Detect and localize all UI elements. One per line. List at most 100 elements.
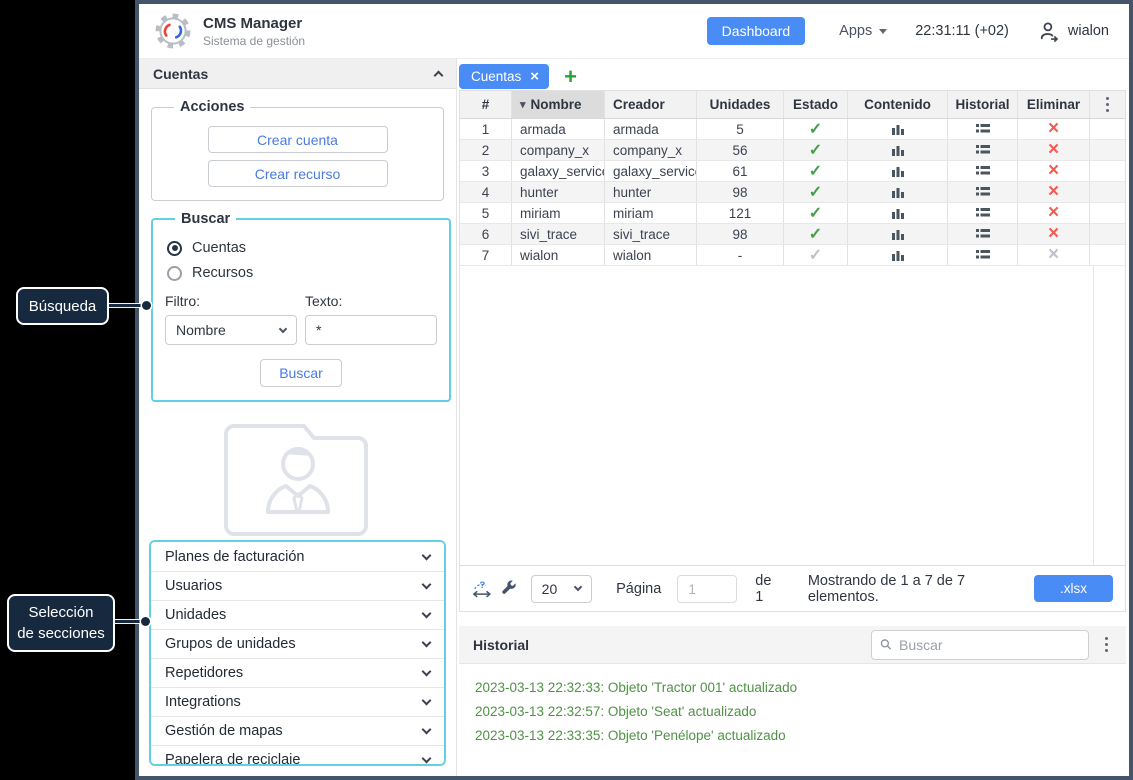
apps-menu[interactable]: Apps	[839, 23, 887, 39]
column-header-num[interactable]: #	[460, 91, 512, 118]
sidebar-section-item[interactable]: Grupos de unidades	[151, 629, 444, 658]
radio-recursos[interactable]: Recursos	[167, 265, 437, 281]
delete-button[interactable]: ×	[1048, 120, 1059, 138]
export-xlsx-button[interactable]: .xlsx	[1034, 575, 1113, 602]
sidebar-section-item[interactable]: Planes de facturación	[151, 542, 444, 571]
cell-creator: miriam	[605, 203, 697, 223]
sidebar-section-item[interactable]: Papelera de reciclaje	[151, 745, 444, 766]
chevron-down-icon	[422, 580, 432, 590]
row-history-button[interactable]	[948, 203, 1018, 223]
bar-chart-icon	[891, 207, 905, 220]
column-header-creador[interactable]: Creador	[605, 91, 697, 118]
list-icon	[976, 207, 990, 219]
delete-button[interactable]: ×	[1048, 225, 1059, 243]
sidebar-section-item[interactable]: Usuarios	[151, 571, 444, 600]
table-row[interactable]: 5 miriam miriam 121 ✓ ×	[460, 203, 1125, 224]
column-autofit-icon[interactable]: ?	[472, 579, 493, 599]
content-chart-button[interactable]	[848, 161, 948, 181]
sidebar-section-item[interactable]: Unidades	[151, 600, 444, 629]
history-panel: Historial 2023-03-13 22:32:33: Objeto 'T…	[459, 626, 1126, 776]
cell-number: 4	[460, 182, 512, 202]
top-bar: CMS Manager Sistema de gestión Dashboard…	[139, 4, 1129, 59]
status-check-icon[interactable]: ✓	[809, 245, 822, 265]
dashboard-button[interactable]: Dashboard	[707, 17, 806, 45]
radio-cuentas[interactable]: Cuentas	[167, 240, 437, 256]
text-label: Texto:	[305, 293, 437, 309]
tab-cuentas[interactable]: Cuentas ×	[459, 64, 549, 89]
tab-bar: Cuentas × +	[459, 59, 1126, 90]
add-tab-button[interactable]: +	[564, 67, 577, 87]
table-row[interactable]: 4 hunter hunter 98 ✓ ×	[460, 182, 1125, 203]
delete-button[interactable]: ×	[1048, 246, 1059, 264]
page-size-value: 20	[542, 581, 558, 597]
status-check-icon[interactable]: ✓	[809, 140, 822, 160]
tab-close-icon[interactable]: ×	[530, 71, 539, 82]
row-history-button[interactable]	[948, 161, 1018, 181]
main-content: Cuentas × + #▾NombreCreadorUnidadesEstad…	[457, 59, 1129, 776]
status-check-icon[interactable]: ✓	[809, 224, 822, 244]
user-icon	[1039, 21, 1060, 42]
column-header-estado[interactable]: Estado	[784, 91, 848, 118]
column-header-eliminar[interactable]: Eliminar	[1018, 91, 1090, 118]
row-history-button[interactable]	[948, 245, 1018, 265]
table-row[interactable]: 3 galaxy_service galaxy_service 61 ✓ ×	[460, 161, 1125, 182]
status-check-icon[interactable]: ✓	[809, 119, 822, 139]
delete-button[interactable]: ×	[1048, 204, 1059, 222]
cell-units: 56	[697, 140, 784, 160]
content-chart-button[interactable]	[848, 224, 948, 244]
delete-button[interactable]: ×	[1048, 141, 1059, 159]
table-row[interactable]: 1 armada armada 5 ✓ ×	[460, 119, 1125, 140]
status-check-icon[interactable]: ✓	[809, 161, 822, 181]
user-menu[interactable]: wialon	[1039, 21, 1109, 42]
app-title: CMS Manager	[203, 15, 305, 32]
settings-wrench-icon[interactable]	[501, 580, 517, 597]
sidebar-panel-header-cuentas[interactable]: Cuentas	[139, 59, 456, 89]
callout-busqueda-label: Búsqueda	[29, 296, 97, 317]
chevron-down-icon	[422, 667, 432, 677]
history-search-input[interactable]	[899, 637, 1080, 653]
table-row[interactable]: 7 wialon wialon - ✓ ×	[460, 245, 1125, 266]
delete-button[interactable]: ×	[1048, 162, 1059, 180]
column-header-nombre[interactable]: ▾Nombre	[512, 91, 605, 118]
sidebar-section-item[interactable]: Integrations	[151, 687, 444, 716]
content-chart-button[interactable]	[848, 203, 948, 223]
app-subtitle: Sistema de gestión	[203, 34, 305, 48]
cell-number: 6	[460, 224, 512, 244]
create-resource-button[interactable]: Crear recurso	[208, 160, 388, 187]
column-header-contenido[interactable]: Contenido	[848, 91, 948, 118]
column-header-unidades[interactable]: Unidades	[697, 91, 784, 118]
content-chart-button[interactable]	[848, 119, 948, 139]
list-icon	[976, 228, 990, 240]
content-chart-button[interactable]	[848, 245, 948, 265]
sidebar-section-item[interactable]: Gestión de mapas	[151, 716, 444, 745]
page: Búsqueda Selección de secciones CMS Mana…	[0, 0, 1133, 780]
row-history-button[interactable]	[948, 224, 1018, 244]
delete-button[interactable]: ×	[1048, 183, 1059, 201]
table-menu-button[interactable]	[1102, 93, 1113, 116]
history-menu-button[interactable]	[1101, 633, 1112, 656]
row-history-button[interactable]	[948, 182, 1018, 202]
cell-name: wialon	[512, 245, 605, 265]
search-button[interactable]: Buscar	[260, 359, 342, 387]
content-chart-button[interactable]	[848, 140, 948, 160]
chevron-down-icon	[422, 725, 432, 735]
sidebar-section-item[interactable]: Repetidores	[151, 658, 444, 687]
row-history-button[interactable]	[948, 140, 1018, 160]
page-number-input[interactable]	[677, 575, 737, 603]
cell-creator: wialon	[605, 245, 697, 265]
radio-unselected-icon	[167, 266, 182, 281]
status-check-icon[interactable]: ✓	[809, 203, 822, 223]
filter-select[interactable]: Nombre	[165, 315, 297, 345]
history-title: Historial	[473, 637, 529, 653]
table-row[interactable]: 6 sivi_trace sivi_trace 98 ✓ ×	[460, 224, 1125, 245]
column-header-historial[interactable]: Historial	[948, 91, 1018, 118]
cell-name: galaxy_service	[512, 161, 605, 181]
page-size-select[interactable]: 20	[531, 575, 592, 603]
create-account-button[interactable]: Crear cuenta	[208, 126, 388, 153]
content-chart-button[interactable]	[848, 182, 948, 202]
row-history-button[interactable]	[948, 119, 1018, 139]
table-row[interactable]: 2 company_x company_x 56 ✓ ×	[460, 140, 1125, 161]
search-text-input[interactable]	[316, 322, 426, 338]
bar-chart-icon	[891, 165, 905, 178]
status-check-icon[interactable]: ✓	[809, 182, 822, 202]
